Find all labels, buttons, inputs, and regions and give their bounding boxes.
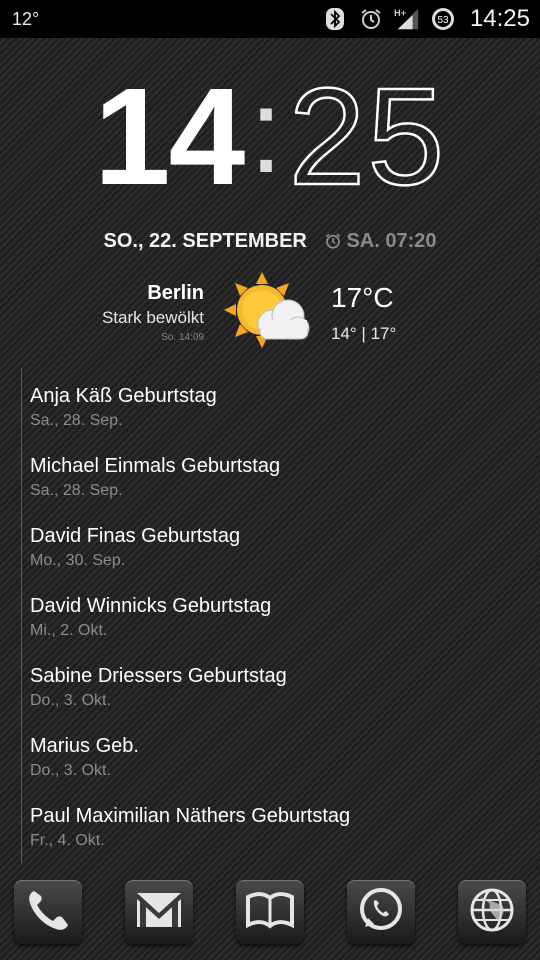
phone-icon <box>20 885 76 940</box>
browser-app-button[interactable] <box>458 880 526 944</box>
gmail-app-button[interactable] <box>125 880 193 944</box>
event-date: Mo., 30. Sep. <box>30 552 126 569</box>
current-date: SO., 22. SEPTEMBER <box>103 230 307 252</box>
weather-updated: So. 14:09 <box>161 332 204 343</box>
weather-city[interactable]: Berlin <box>147 282 204 305</box>
agenda-list[interactable]: Anja Käß Geburtstag Sa., 28. Sep. Michae… <box>30 384 530 874</box>
event-date: Sa., 28. Sep. <box>30 482 123 499</box>
battery-icon: 53 <box>430 6 456 32</box>
agenda-item[interactable]: David Finas Geburtstag Mo., 30. Sep. <box>30 524 530 594</box>
gmail-icon <box>131 885 187 940</box>
event-date: Do., 3. Okt. <box>30 692 111 709</box>
clock-separator: : <box>249 64 283 198</box>
date-line[interactable]: SO., 22. SEPTEMBER SA. 07:20 <box>0 230 540 256</box>
alarm-icon <box>358 6 384 32</box>
agenda-item[interactable]: David Winnicks Geburtstag Mi., 2. Okt. <box>30 594 530 664</box>
sun-cloud-icon[interactable] <box>224 270 314 360</box>
next-alarm-text: SA. 07:20 <box>346 230 437 252</box>
agenda-divider <box>21 368 22 863</box>
whatsapp-icon <box>353 885 409 940</box>
event-title: David Winnicks Geburtstag <box>30 595 272 617</box>
event-title: Anja Käß Geburtstag <box>30 385 217 407</box>
clock-widget[interactable]: 14 : 25 <box>0 62 540 212</box>
clock-hours: 14 <box>93 60 245 214</box>
status-time: 14:25 <box>469 5 530 32</box>
event-date: Sa., 28. Sep. <box>30 412 123 429</box>
book-app-button[interactable] <box>236 880 304 944</box>
signal-hplus-icon: H+ <box>394 6 420 32</box>
next-alarm: SA. 07:20 <box>324 230 437 252</box>
agenda-item[interactable]: Paul Maximilian Näthers Geburtstag Fr., … <box>30 804 530 874</box>
whatsapp-app-button[interactable] <box>347 880 415 944</box>
weather-condition: Stark bewölkt <box>101 308 204 327</box>
agenda-item[interactable]: Sabine Driessers Geburtstag Do., 3. Okt. <box>30 664 530 734</box>
globe-icon <box>464 885 520 940</box>
status-temperature: 12° <box>12 8 40 29</box>
agenda-item[interactable]: Michael Einmals Geburtstag Sa., 28. Sep. <box>30 454 530 524</box>
agenda-item[interactable]: Anja Käß Geburtstag Sa., 28. Sep. <box>30 384 530 454</box>
event-title: Marius Geb. <box>30 735 139 757</box>
status-bar[interactable]: 12° H+ 53 14:25 <box>0 0 540 38</box>
book-icon <box>242 885 298 940</box>
event-date: Fr., 4. Okt. <box>30 832 105 849</box>
event-date: Do., 3. Okt. <box>30 762 111 779</box>
event-title: Sabine Driessers Geburtstag <box>30 665 287 687</box>
event-title: Michael Einmals Geburtstag <box>30 455 281 477</box>
alarm-clock-icon <box>324 232 342 256</box>
event-title: Paul Maximilian Näthers Geburtstag <box>30 805 351 827</box>
weather-temperature: 17°C <box>331 282 394 313</box>
clock-minutes: 25 <box>287 60 447 214</box>
battery-level: 53 <box>437 15 449 26</box>
agenda-item[interactable]: Marius Geb. Do., 3. Okt. <box>30 734 530 804</box>
svg-text:H+: H+ <box>394 8 407 18</box>
bluetooth-icon <box>322 6 348 32</box>
app-dock <box>0 872 540 960</box>
event-title: David Finas Geburtstag <box>30 525 241 547</box>
weather-range: 14° | 17° <box>331 324 397 343</box>
event-date: Mi., 2. Okt. <box>30 622 108 639</box>
phone-app-button[interactable] <box>14 880 82 944</box>
